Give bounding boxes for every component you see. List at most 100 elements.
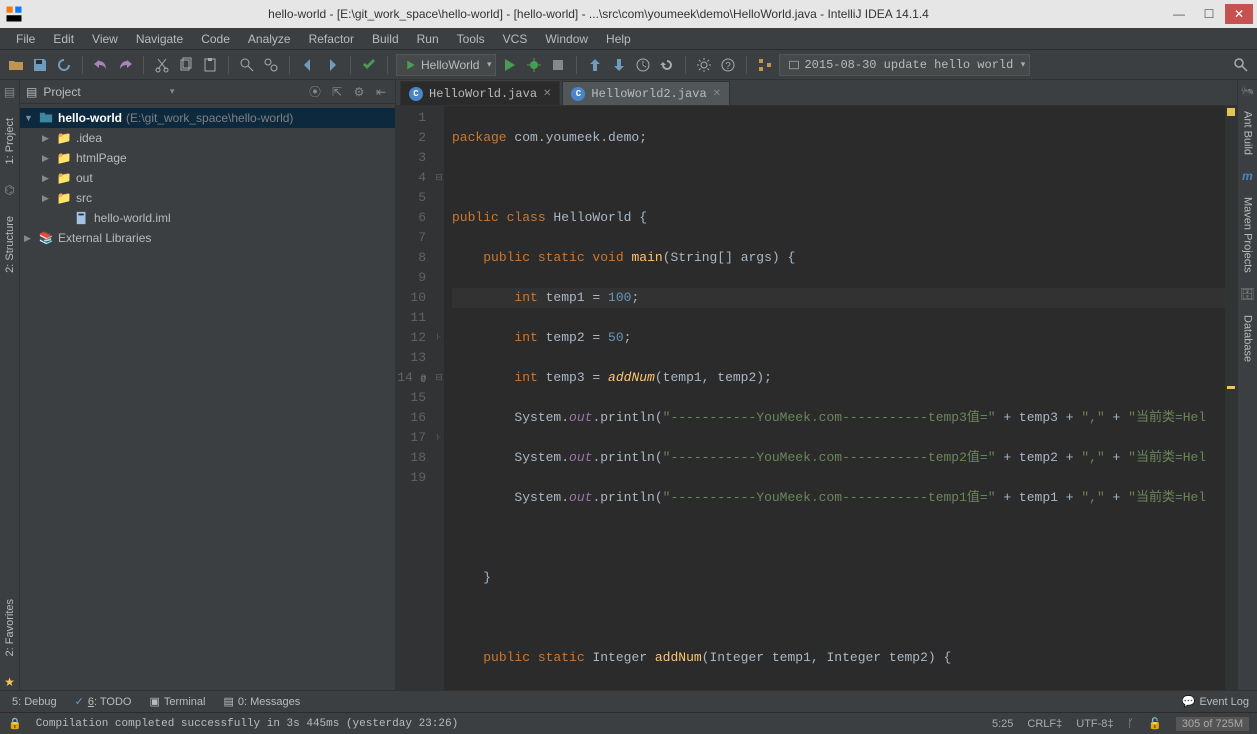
memory-indicator[interactable]: 305 of 725M xyxy=(1176,717,1249,731)
menu-build[interactable]: Build xyxy=(364,30,407,48)
event-log-button[interactable]: 💬Event Log xyxy=(1182,695,1249,708)
tree-item-out[interactable]: 📁 out xyxy=(20,168,395,188)
menu-tools[interactable]: Tools xyxy=(449,30,493,48)
project-tab-icon[interactable]: ▤ xyxy=(2,84,18,100)
menu-refactor[interactable]: Refactor xyxy=(301,30,362,48)
open-icon[interactable] xyxy=(6,55,26,75)
editor-tab-helloworld[interactable]: C HelloWorld.java ✕ xyxy=(400,81,560,105)
tree-item-idea[interactable]: 📁 .idea xyxy=(20,128,395,148)
code-editor[interactable]: 1234567891011121314 @1516171819 ⊟⊦⊟⊦ pac… xyxy=(396,106,1237,690)
menu-vcs[interactable]: VCS xyxy=(495,30,536,48)
side-tab-favorites[interactable]: 2: Favorites xyxy=(2,591,18,664)
structure-tab-icon[interactable]: ⌬ xyxy=(2,182,18,198)
database-icon[interactable]: 🗄 xyxy=(1240,287,1255,301)
fold-gutter[interactable]: ⊟⊦⊟⊦ xyxy=(434,106,444,690)
vcs-changelist-select[interactable]: 2015-08-30 update hello world xyxy=(779,54,1030,76)
tab-messages[interactable]: ▤0: Messages xyxy=(223,695,300,708)
minimize-button[interactable]: — xyxy=(1165,4,1193,24)
app-icon xyxy=(4,4,24,24)
stop-icon[interactable] xyxy=(548,55,568,75)
menu-run[interactable]: Run xyxy=(409,30,447,48)
menu-window[interactable]: Window xyxy=(537,30,596,48)
forward-icon[interactable] xyxy=(322,55,342,75)
tree-external-libraries[interactable]: 📚 External Libraries xyxy=(20,228,395,248)
code-area[interactable]: package com.youmeek.demo; public class H… xyxy=(444,106,1225,690)
run-config-select[interactable]: HelloWorld xyxy=(396,54,496,76)
close-tab-icon[interactable]: ✕ xyxy=(713,88,721,100)
side-tab-ant[interactable]: Ant Build xyxy=(1240,105,1256,161)
menu-code[interactable]: Code xyxy=(193,30,238,48)
maven-icon[interactable]: m xyxy=(1242,169,1253,183)
tree-item-src[interactable]: 📁 src xyxy=(20,188,395,208)
collapse-all-icon[interactable]: ⇱ xyxy=(329,84,345,100)
inspection-indicator-icon[interactable] xyxy=(1227,108,1235,116)
readonly-toggle-icon[interactable]: 🔓 xyxy=(1148,717,1162,730)
panel-settings-icon[interactable]: ⚙ xyxy=(351,84,367,100)
structure-icon[interactable] xyxy=(755,55,775,75)
menu-help[interactable]: Help xyxy=(598,30,639,48)
cut-icon[interactable] xyxy=(152,55,172,75)
settings-icon[interactable] xyxy=(694,55,714,75)
tab-debug[interactable]: 5: Debug xyxy=(8,696,57,708)
error-stripe[interactable] xyxy=(1225,106,1237,690)
expand-arrow-icon[interactable] xyxy=(24,233,34,244)
menu-analyze[interactable]: Analyze xyxy=(240,30,299,48)
tree-item-htmlpage[interactable]: 📁 htmlPage xyxy=(20,148,395,168)
project-panel-title[interactable]: Project xyxy=(43,85,164,99)
back-icon[interactable] xyxy=(298,55,318,75)
vcs-revert-icon[interactable] xyxy=(657,55,677,75)
main-area: ▤ 1: Project ⌬ 2: Structure 2: Favorites… xyxy=(0,80,1257,690)
undo-icon[interactable] xyxy=(91,55,111,75)
vcs-history-icon[interactable] xyxy=(633,55,653,75)
project-view-icon[interactable]: ▤ xyxy=(26,85,37,99)
favorites-star-icon[interactable]: ★ xyxy=(2,674,18,690)
side-tab-structure[interactable]: 2: Structure xyxy=(2,208,18,281)
caret-position[interactable]: 5:25 xyxy=(992,718,1013,730)
debug-icon[interactable] xyxy=(524,55,544,75)
save-all-icon[interactable] xyxy=(30,55,50,75)
menu-view[interactable]: View xyxy=(84,30,126,48)
menu-edit[interactable]: Edit xyxy=(45,30,82,48)
side-tab-maven[interactable]: Maven Projects xyxy=(1240,191,1256,279)
copy-icon[interactable] xyxy=(176,55,196,75)
tab-todo[interactable]: ✓66: TODO: TODO xyxy=(75,695,132,708)
find-icon[interactable] xyxy=(237,55,257,75)
status-lock-icon[interactable]: 🔒 xyxy=(8,717,22,730)
expand-arrow-icon[interactable] xyxy=(42,153,52,164)
redo-icon[interactable] xyxy=(115,55,135,75)
git-branch-icon[interactable]: ᚴ xyxy=(1128,718,1135,730)
close-button[interactable]: ✕ xyxy=(1225,4,1253,24)
view-mode-dropdown-icon[interactable]: ▾ xyxy=(170,86,175,97)
editor-tab-helloworld2[interactable]: C HelloWorld2.java ✕ xyxy=(562,81,730,105)
line-separator[interactable]: CRLF‡ xyxy=(1027,718,1062,730)
file-encoding[interactable]: UTF-8‡ xyxy=(1076,718,1113,730)
scroll-from-source-icon[interactable]: ⦿ xyxy=(307,84,323,100)
make-icon[interactable] xyxy=(359,55,379,75)
hide-panel-icon[interactable]: ⇤ xyxy=(373,84,389,100)
sync-icon[interactable] xyxy=(54,55,74,75)
expand-arrow-icon[interactable] xyxy=(24,113,34,123)
menu-navigate[interactable]: Navigate xyxy=(128,30,191,48)
maximize-button[interactable]: ☐ xyxy=(1195,4,1223,24)
expand-arrow-icon[interactable] xyxy=(42,193,52,204)
tab-terminal[interactable]: ▣Terminal xyxy=(150,695,206,708)
run-icon[interactable] xyxy=(500,55,520,75)
line-number-gutter[interactable]: 1234567891011121314 @1516171819 xyxy=(396,106,434,690)
side-tab-project[interactable]: 1: Project xyxy=(2,110,18,172)
ant-icon[interactable]: 🐜 xyxy=(1241,84,1255,97)
replace-icon[interactable] xyxy=(261,55,281,75)
event-log-icon: 💬 xyxy=(1182,695,1196,708)
vcs-commit-icon[interactable] xyxy=(609,55,629,75)
search-everywhere-icon[interactable] xyxy=(1231,55,1251,75)
menu-file[interactable]: File xyxy=(8,30,43,48)
close-tab-icon[interactable]: ✕ xyxy=(543,88,551,100)
expand-arrow-icon[interactable] xyxy=(42,133,52,144)
warning-mark[interactable] xyxy=(1227,386,1235,389)
tree-item-iml[interactable]: hello-world.iml xyxy=(20,208,395,228)
help-icon[interactable]: ? xyxy=(718,55,738,75)
paste-icon[interactable] xyxy=(200,55,220,75)
expand-arrow-icon[interactable] xyxy=(42,173,52,184)
side-tab-database[interactable]: Database xyxy=(1240,309,1256,368)
vcs-update-icon[interactable] xyxy=(585,55,605,75)
tree-root[interactable]: hello-world (E:\git_work_space\hello-wor… xyxy=(20,108,395,128)
